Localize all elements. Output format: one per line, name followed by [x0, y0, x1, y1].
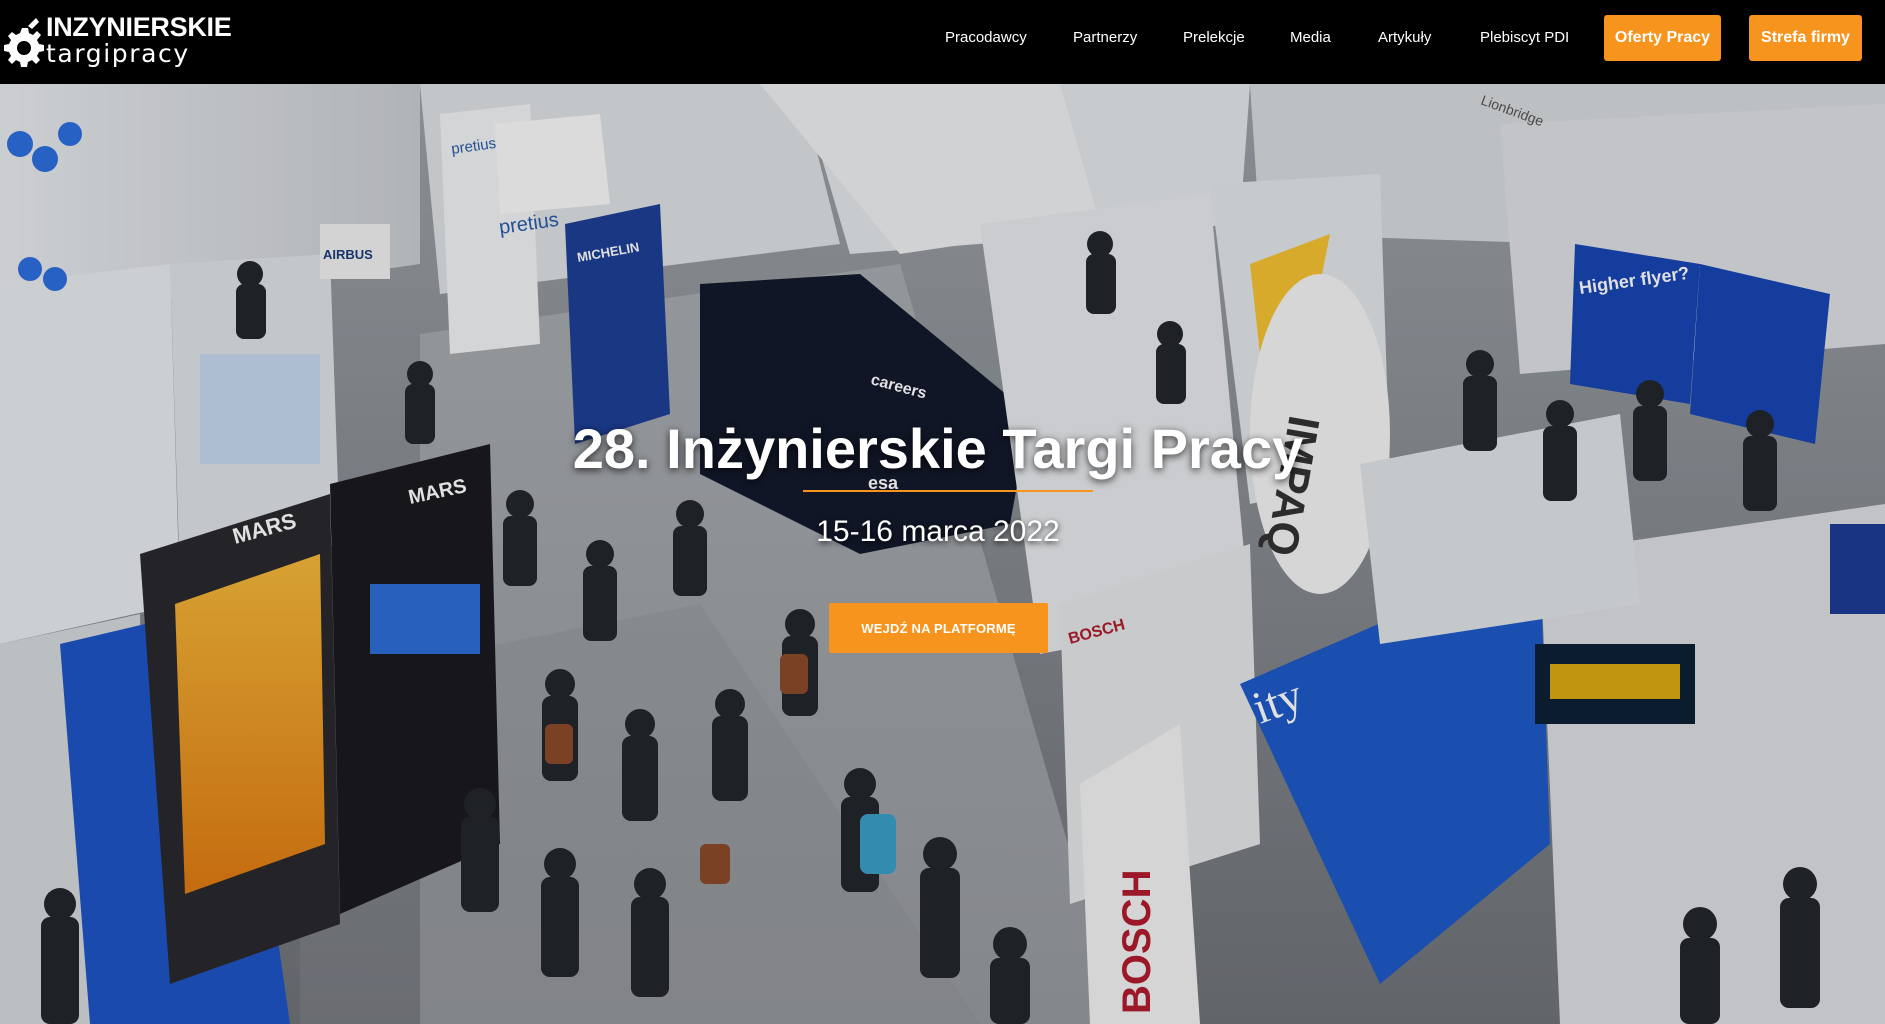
nav-link-pracodawcy[interactable]: Pracodawcy [945, 28, 1027, 48]
nav-link-artykuly[interactable]: Artykuły [1378, 28, 1431, 48]
company-zone-button[interactable]: Strefa firmy [1749, 15, 1862, 61]
main-menu: Pracodawcy Partnerzy Prelekcje Media Art… [0, 0, 1885, 84]
hero-date: 15-16 marca 2022 [816, 515, 1060, 548]
nav-link-media[interactable]: Media [1290, 28, 1331, 48]
nav-link-prelekcje[interactable]: Prelekcje [1183, 28, 1245, 48]
hero-title: 28. Inżynierskie Targi Pracy [572, 417, 1304, 480]
top-navbar: INZYNIERSKIE targipracy Pracodawcy Partn… [0, 0, 1885, 84]
hero-divider [803, 490, 1093, 492]
nav-link-partnerzy[interactable]: Partnerzy [1073, 28, 1137, 48]
job-offers-button[interactable]: Oferty Pracy [1604, 15, 1721, 61]
hero-section: MARS MARS pretius pretius AIRBUS MICHELI… [0, 84, 1885, 1024]
hero-overlay [0, 84, 1885, 1024]
enter-platform-button[interactable]: WEJDŹ NA PLATFORMĘ [829, 603, 1048, 653]
nav-link-plebiscyt-pdi[interactable]: Plebiscyt PDI [1480, 28, 1569, 48]
